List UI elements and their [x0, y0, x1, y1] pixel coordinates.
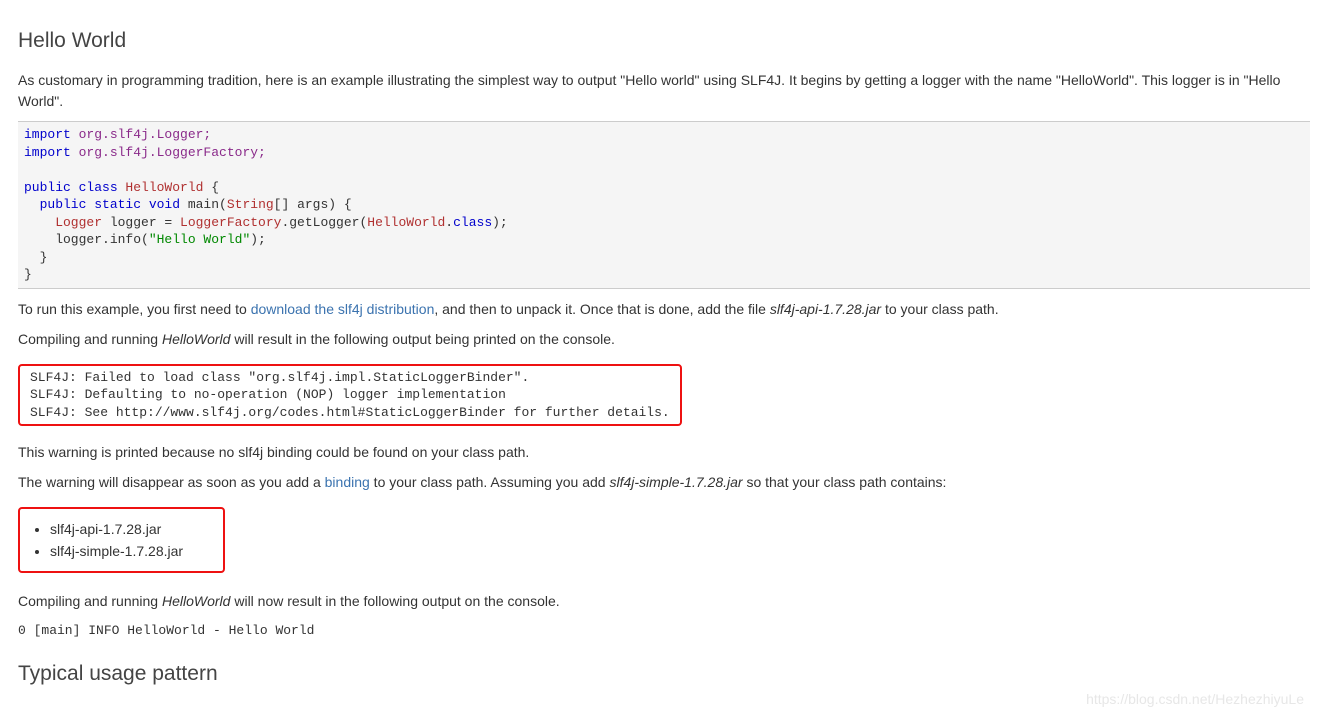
jar-name: slf4j-api-1.7.28.jar — [770, 301, 881, 317]
code-pkg: org.slf4j.Logger; — [71, 127, 211, 142]
code-text: ); — [250, 232, 266, 247]
binding-link[interactable]: binding — [325, 474, 370, 490]
jar-list-box: slf4j-api-1.7.28.jar slf4j-simple-1.7.28… — [18, 507, 225, 574]
run-paragraph: To run this example, you first need to d… — [18, 299, 1310, 319]
code-cls: LoggerFactory — [180, 215, 281, 230]
text: The warning will disappear as soon as yo… — [18, 474, 325, 490]
code-cls: HelloWorld — [125, 180, 203, 195]
code-text: ( — [219, 197, 227, 212]
list-item: slf4j-api-1.7.28.jar — [50, 519, 183, 539]
text: To run this example, you first need to — [18, 301, 251, 317]
code-kw: class — [453, 215, 492, 230]
warning-reason: This warning is printed because no slf4j… — [18, 442, 1310, 462]
code-text: ); — [492, 215, 508, 230]
code-str: "Hello World" — [149, 232, 250, 247]
text: so that your class path contains: — [743, 474, 947, 490]
code-kw: public static void — [24, 197, 188, 212]
text: , and then to unpack it. Once that is do… — [434, 301, 769, 317]
console-output-success: 0 [main] INFO HelloWorld - Hello World — [18, 622, 1310, 641]
code-pkg: org.slf4j.LoggerFactory; — [71, 145, 266, 160]
section-title-typical-usage: Typical usage pattern — [18, 659, 1310, 689]
code-cls: HelloWorld — [367, 215, 445, 230]
code-text: [] args) { — [274, 197, 352, 212]
compile-paragraph-1: Compiling and running HelloWorld will re… — [18, 329, 1310, 349]
text: to your class path. — [881, 301, 999, 317]
compile-paragraph-2: Compiling and running HelloWorld will no… — [18, 591, 1310, 611]
intro-paragraph: As customary in programming tradition, h… — [18, 70, 1310, 111]
code-text: { — [203, 180, 219, 195]
watermark: https://blog.csdn.net/HezhezhiyuLe — [1086, 689, 1304, 709]
text: Compiling and running — [18, 331, 162, 347]
code-cls: Logger — [24, 215, 102, 230]
text: will result in the following output bein… — [230, 331, 614, 347]
warning-fix-paragraph: The warning will disappear as soon as yo… — [18, 472, 1310, 492]
code-text: logger.info( — [24, 232, 149, 247]
jar-name: slf4j-simple-1.7.28.jar — [610, 474, 743, 490]
section-title-hello-world: Hello World — [18, 26, 1310, 56]
code-kw: import — [24, 145, 71, 160]
code-cls: String — [227, 197, 274, 212]
jar-list: slf4j-api-1.7.28.jar slf4j-simple-1.7.28… — [50, 519, 183, 562]
code-block-helloworld: import org.slf4j.Logger; import org.slf4… — [18, 121, 1310, 289]
console-output-warning: SLF4J: Failed to load class "org.slf4j.i… — [18, 364, 682, 427]
code-text: logger = — [102, 215, 180, 230]
text: Compiling and running — [18, 593, 162, 609]
classname: HelloWorld — [162, 331, 230, 347]
text: to your class path. Assuming you add — [370, 474, 610, 490]
list-item: slf4j-simple-1.7.28.jar — [50, 541, 183, 561]
code-kw: import — [24, 127, 71, 142]
code-text: main — [188, 197, 219, 212]
code-text: .getLogger( — [281, 215, 367, 230]
code-text: } — [24, 250, 47, 265]
code-text: . — [445, 215, 453, 230]
text: will now result in the following output … — [230, 593, 559, 609]
classname: HelloWorld — [162, 593, 230, 609]
code-kw: public class — [24, 180, 125, 195]
code-text: } — [24, 267, 32, 282]
download-link[interactable]: download the slf4j distribution — [251, 301, 435, 317]
